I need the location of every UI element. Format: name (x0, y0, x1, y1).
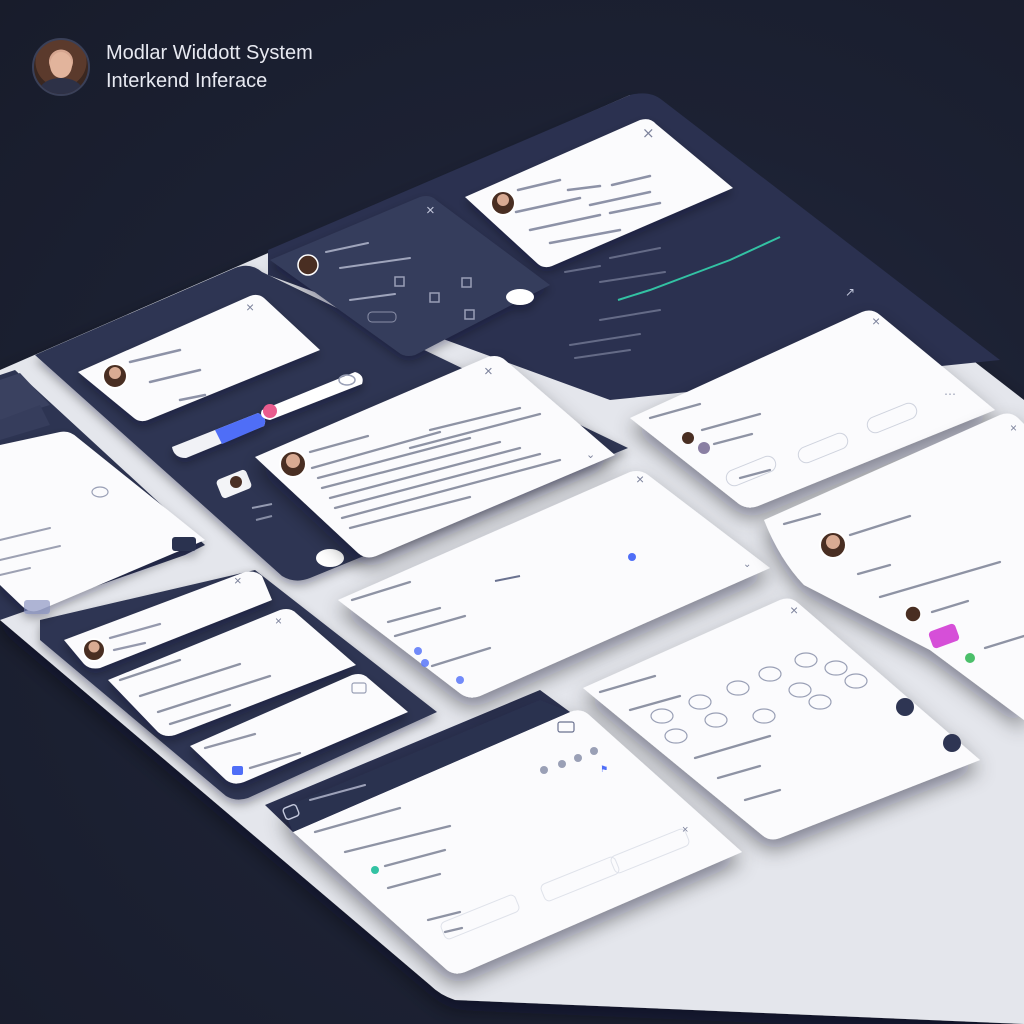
fab-button[interactable] (316, 549, 344, 567)
dot-icon[interactable] (574, 754, 582, 762)
leaf-icon (965, 653, 975, 663)
page: Modlar Widdott System Interkend Inferace (0, 0, 1024, 1024)
confirm-button[interactable] (943, 734, 961, 752)
widget-board: × × ↗ × × ⌄ × × × ⌄ × ⋯ × × × ⚑ (0, 0, 1024, 1024)
close-icon[interactable]: × (790, 602, 798, 618)
avatar (698, 442, 710, 454)
send-button[interactable] (506, 289, 534, 305)
dot-icon[interactable] (590, 747, 598, 755)
close-icon[interactable]: × (682, 824, 688, 836)
cloud-icon[interactable] (540, 766, 548, 774)
close-icon[interactable]: × (275, 614, 282, 628)
close-icon[interactable]: × (484, 363, 493, 380)
close-icon[interactable]: × (1010, 421, 1017, 435)
link-icon (456, 676, 464, 684)
close-icon[interactable]: × (246, 299, 254, 315)
mail-icon[interactable] (232, 766, 243, 775)
more-icon[interactable]: ⋯ (944, 387, 956, 401)
close-icon[interactable]: × (636, 471, 644, 487)
settings-icon (421, 659, 429, 667)
avatar (297, 254, 319, 276)
dot-icon[interactable] (558, 760, 566, 768)
avatar (904, 605, 922, 623)
tag-icon[interactable]: ⚑ (600, 764, 608, 774)
close-icon[interactable]: × (642, 124, 655, 142)
user-icon (414, 647, 422, 655)
next-button[interactable] (896, 698, 914, 716)
action-button[interactable] (172, 537, 196, 551)
check-icon (371, 866, 379, 874)
close-icon[interactable]: × (426, 202, 435, 219)
chevron-down-icon[interactable]: ⌄ (743, 559, 751, 570)
close-icon[interactable]: × (234, 573, 242, 588)
toggle-knob[interactable] (263, 404, 277, 418)
board-canvas: × × ↗ × × ⌄ × × × ⌄ × ⋯ × × × ⚑ (0, 93, 1024, 1024)
avatar (682, 432, 694, 444)
chevron-down-icon[interactable]: ⌄ (586, 449, 595, 461)
